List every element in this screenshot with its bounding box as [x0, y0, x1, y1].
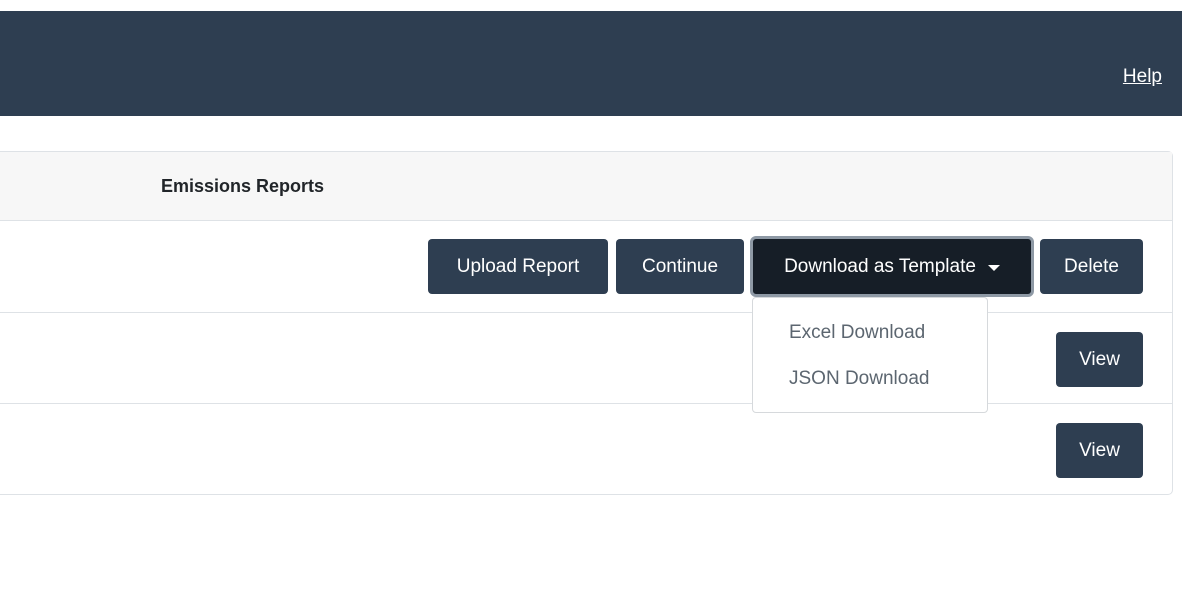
table-header: Emissions Reports — [0, 152, 1172, 221]
download-as-template-button[interactable]: Download as Template — [750, 236, 1034, 297]
caret-down-icon — [987, 264, 1000, 271]
upload-report-button[interactable]: Upload Report — [428, 239, 608, 294]
excel-download-menu-item[interactable]: Excel Download — [789, 322, 925, 344]
table-row: View — [0, 313, 1172, 404]
emissions-reports-table: Emissions Reports Upload Report Continue… — [0, 151, 1173, 495]
download-template-dropdown-menu: Excel Download JSON Download — [752, 297, 988, 413]
view-button[interactable]: View — [1056, 332, 1143, 387]
download-as-template-label: Download as Template — [784, 255, 976, 277]
top-navbar: Help — [0, 11, 1182, 116]
table-header-title: Emissions Reports — [161, 176, 325, 196]
json-download-menu-item[interactable]: JSON Download — [789, 368, 929, 390]
table-row: View — [0, 404, 1172, 495]
delete-button[interactable]: Delete — [1040, 239, 1143, 294]
view-button[interactable]: View — [1056, 423, 1143, 478]
table-row: Upload Report Continue Download as Templ… — [0, 221, 1172, 313]
continue-button[interactable]: Continue — [616, 239, 744, 294]
help-link[interactable]: Help — [1123, 66, 1162, 88]
